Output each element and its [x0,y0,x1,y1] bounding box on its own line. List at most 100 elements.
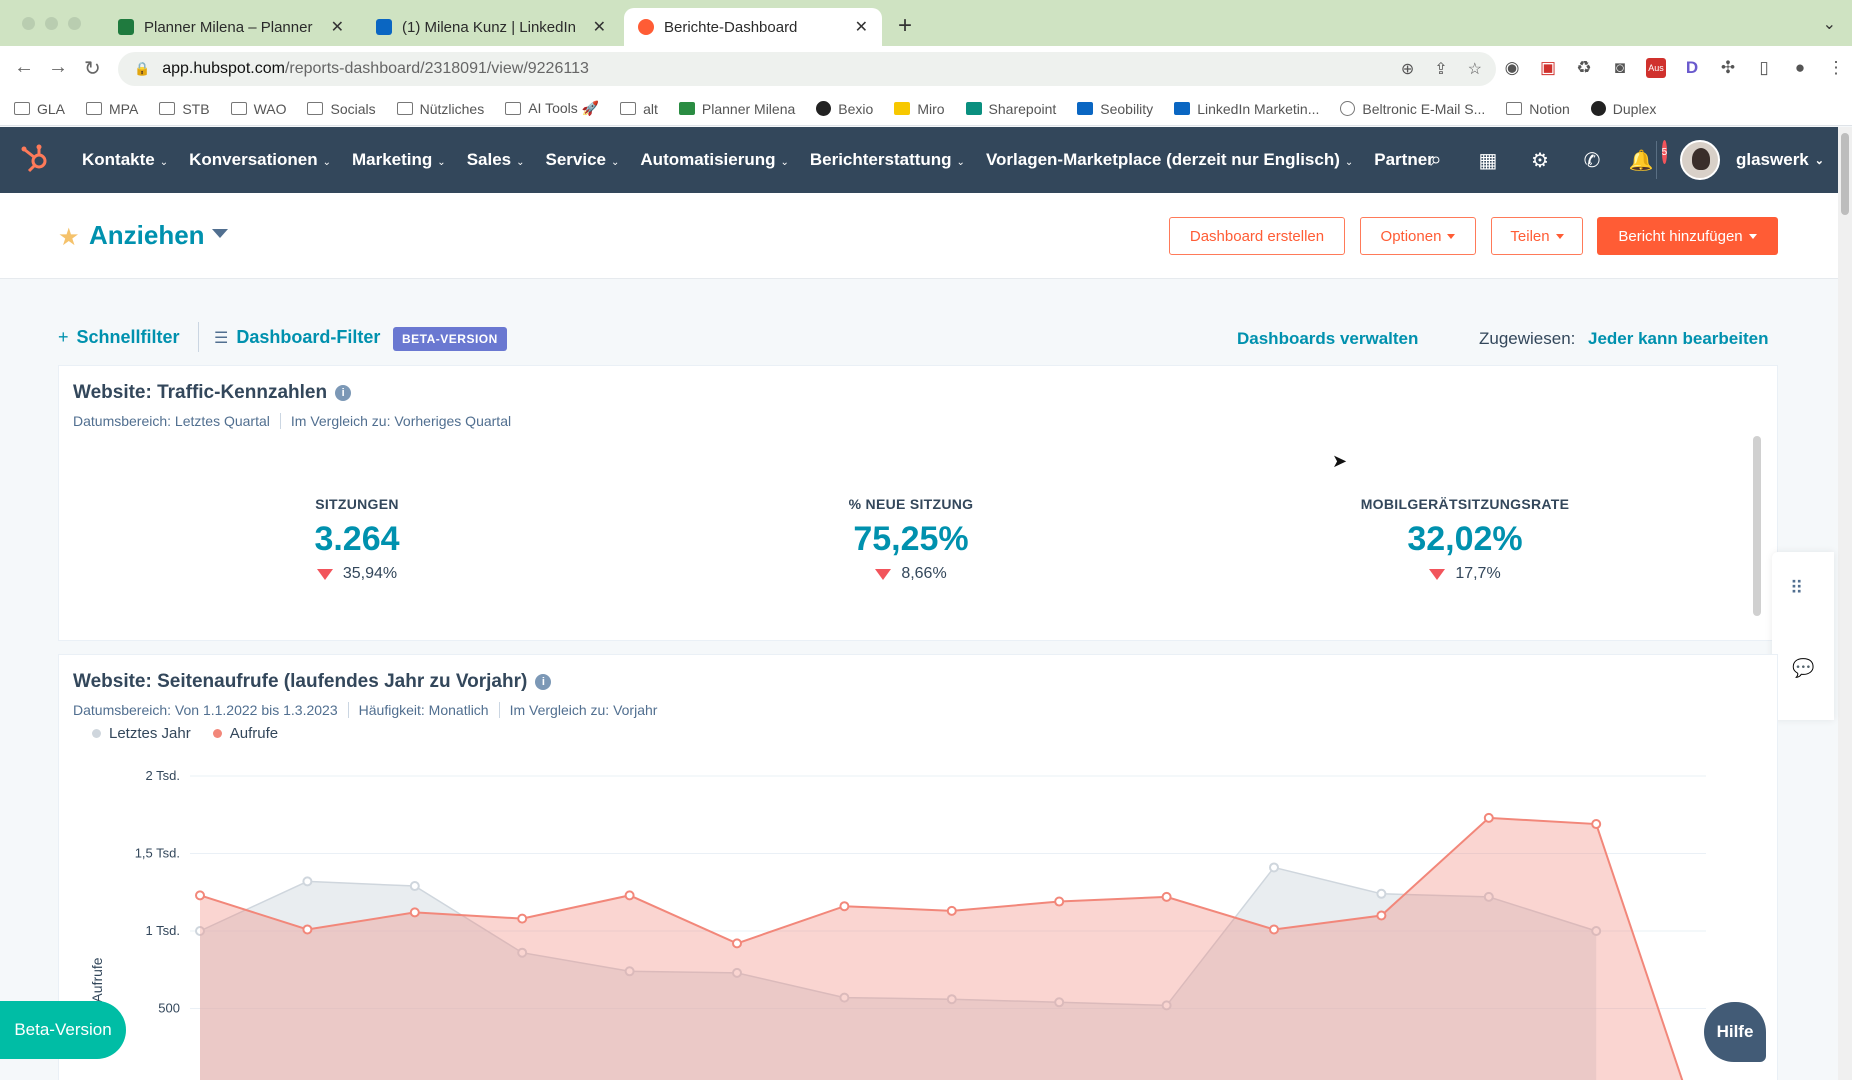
bookmark-notion[interactable]: Notion [1506,101,1570,117]
marketplace-icon[interactable]: ▦ [1476,148,1500,172]
data-point[interactable] [1269,924,1279,935]
sidebar-icon[interactable]: ▯ [1754,58,1774,78]
forward-icon[interactable]: → [48,56,68,79]
bookmark-gla[interactable]: GLA [14,101,65,117]
bookmark-stb[interactable]: STB [159,101,210,117]
dashboard-filter-link[interactable]: ☰ Dashboard-Filter [214,327,380,348]
bookmark-duplex[interactable]: Duplex [1590,101,1656,117]
kpi-sessions: SITZUNGEN 3.264 35,94% [207,496,507,583]
nav-automatisierung[interactable]: Automatisierung ⌄ [640,150,788,170]
options-button[interactable]: Optionen [1360,217,1476,255]
browser-tab-reports[interactable]: Berichte-Dashboard ✕ [624,8,882,46]
nav-berichterstattung[interactable]: Berichterstattung ⌄ [810,150,965,170]
bookmark-planner[interactable]: Planner Milena [678,101,795,117]
close-tab-icon[interactable]: ✕ [593,17,606,37]
help-button[interactable]: Hilfe [1704,1002,1766,1062]
extension-aus-icon[interactable]: Aus [1646,58,1666,78]
share-button[interactable]: Teilen [1491,217,1583,255]
star-icon[interactable]: ★ [58,223,80,252]
add-report-button[interactable]: Bericht hinzufügen [1597,217,1778,255]
nav-vorlagen-marketplace[interactable]: Vorlagen-Marketplace (derzeit nur Englis… [986,150,1353,170]
bookmark-ai-tools[interactable]: AI Tools 🚀 [505,100,599,117]
search-icon[interactable]: ⌕ [1424,148,1448,172]
share-icon[interactable]: ⇪ [1434,59,1447,79]
dashboard-switcher-caret-icon[interactable] [212,229,228,238]
data-point[interactable] [409,907,420,918]
bookmark-socials[interactable]: Socials [307,101,376,117]
card-scrollbar[interactable] [1753,436,1761,616]
browser-tab-planner[interactable]: Planner Milena – Planner ✕ [104,8,358,46]
bookmark-seobility[interactable]: Seobility [1077,101,1153,117]
data-point[interactable] [302,924,313,935]
minimize-window-icon[interactable] [45,17,58,30]
bookmark-sharepoint[interactable]: Sharepoint [965,101,1056,117]
nav-service[interactable]: Service ⌄ [546,150,620,170]
data-point[interactable] [624,890,635,901]
zoom-icon[interactable]: ⊕ [1401,59,1414,79]
data-point[interactable] [946,905,957,916]
data-point[interactable] [195,890,205,901]
pdf-icon[interactable]: ▣ [1538,58,1558,78]
hubspot-logo-icon[interactable] [18,142,52,176]
account-menu[interactable]: glaswerk ⌄ [1680,140,1824,180]
data-point[interactable] [1483,812,1494,823]
close-tab-icon[interactable]: ✕ [855,17,868,37]
data-point[interactable] [302,876,313,887]
chat-icon[interactable]: 💬 [1792,658,1814,679]
bookmark-mpa[interactable]: MPA [86,101,138,117]
data-point[interactable] [1376,888,1387,899]
beta-version-button[interactable]: Beta-Version [0,1001,126,1059]
maximize-window-icon[interactable] [68,17,81,30]
back-icon[interactable]: ← [14,56,34,79]
info-icon[interactable]: i [335,385,352,401]
d-icon[interactable]: D [1682,58,1702,78]
menu-dots-icon[interactable]: ⋮ [1826,58,1846,78]
bookmark-alt[interactable]: alt [620,101,658,117]
assigned-value-link[interactable]: Jeder kann bearbeiten [1588,329,1768,349]
address-bar[interactable]: 🔒 app.hubspot.com/reports-dashboard/2318… [118,52,1496,86]
close-window-icon[interactable] [22,17,35,30]
data-point[interactable] [1591,819,1602,830]
create-dashboard-button[interactable]: Dashboard erstellen [1169,217,1345,255]
info-icon[interactable]: i [535,674,552,690]
kpi-label: SITZUNGEN [315,496,399,512]
manage-dashboards-link[interactable]: Dashboards verwalten [1237,329,1418,349]
nav-marketing[interactable]: Marketing ⌄ [352,150,446,170]
bookmark-bexio[interactable]: Bexio [816,101,873,117]
recycle-icon[interactable]: ♻ [1574,58,1594,78]
tab-title: Planner Milena – Planner [144,18,313,36]
bookmark-wao[interactable]: WAO [230,101,286,117]
gear-icon[interactable]: ⚙ [1528,148,1552,172]
data-point[interactable] [1054,896,1065,907]
data-point[interactable] [1161,891,1172,902]
puzzle-icon[interactable]: ✣ [1718,58,1738,78]
data-point[interactable] [409,881,420,892]
data-point[interactable] [517,913,528,924]
page-scrollbar[interactable] [1838,127,1852,1080]
bookmark-linkedin[interactable]: LinkedIn Marketin... [1174,101,1319,117]
profile-icon[interactable]: ● [1790,58,1810,78]
nav-konversationen[interactable]: Konversationen ⌄ [189,150,331,170]
nav-sales[interactable]: Sales ⌄ [467,150,525,170]
nav-kontakte[interactable]: Kontakte ⌄ [82,150,168,170]
scrollbar-thumb[interactable] [1841,133,1849,215]
chevron-down-icon[interactable]: ⌄ [1823,14,1836,34]
data-point[interactable] [1376,910,1387,921]
bell-icon[interactable]: 🔔 5 [1629,140,1668,172]
new-tab-icon[interactable]: + [898,12,912,40]
extension-icon[interactable]: ◉ [1502,58,1522,78]
grid-icon[interactable]: ⠿ [1790,578,1803,599]
bookmark-nuetzliches[interactable]: Nützliches [396,101,484,117]
data-point[interactable] [839,901,850,912]
quick-filter-link[interactable]: + Schnellfilter [58,327,180,348]
bookmark-beltronic[interactable]: Beltronic E-Mail S... [1340,101,1485,117]
data-point[interactable] [732,938,742,949]
phone-icon[interactable]: ✆ [1580,148,1604,172]
bookmark-star-icon[interactable]: ☆ [1468,59,1482,79]
reload-icon[interactable]: ↻ [84,56,101,81]
close-tab-icon[interactable]: ✕ [331,17,344,37]
bookmark-miro[interactable]: Miro [894,101,945,117]
camera-icon[interactable]: ◙ [1610,58,1630,78]
data-point[interactable] [1269,862,1279,873]
browser-tab-linkedin[interactable]: (1) Milena Kunz | LinkedIn ✕ [362,8,620,46]
